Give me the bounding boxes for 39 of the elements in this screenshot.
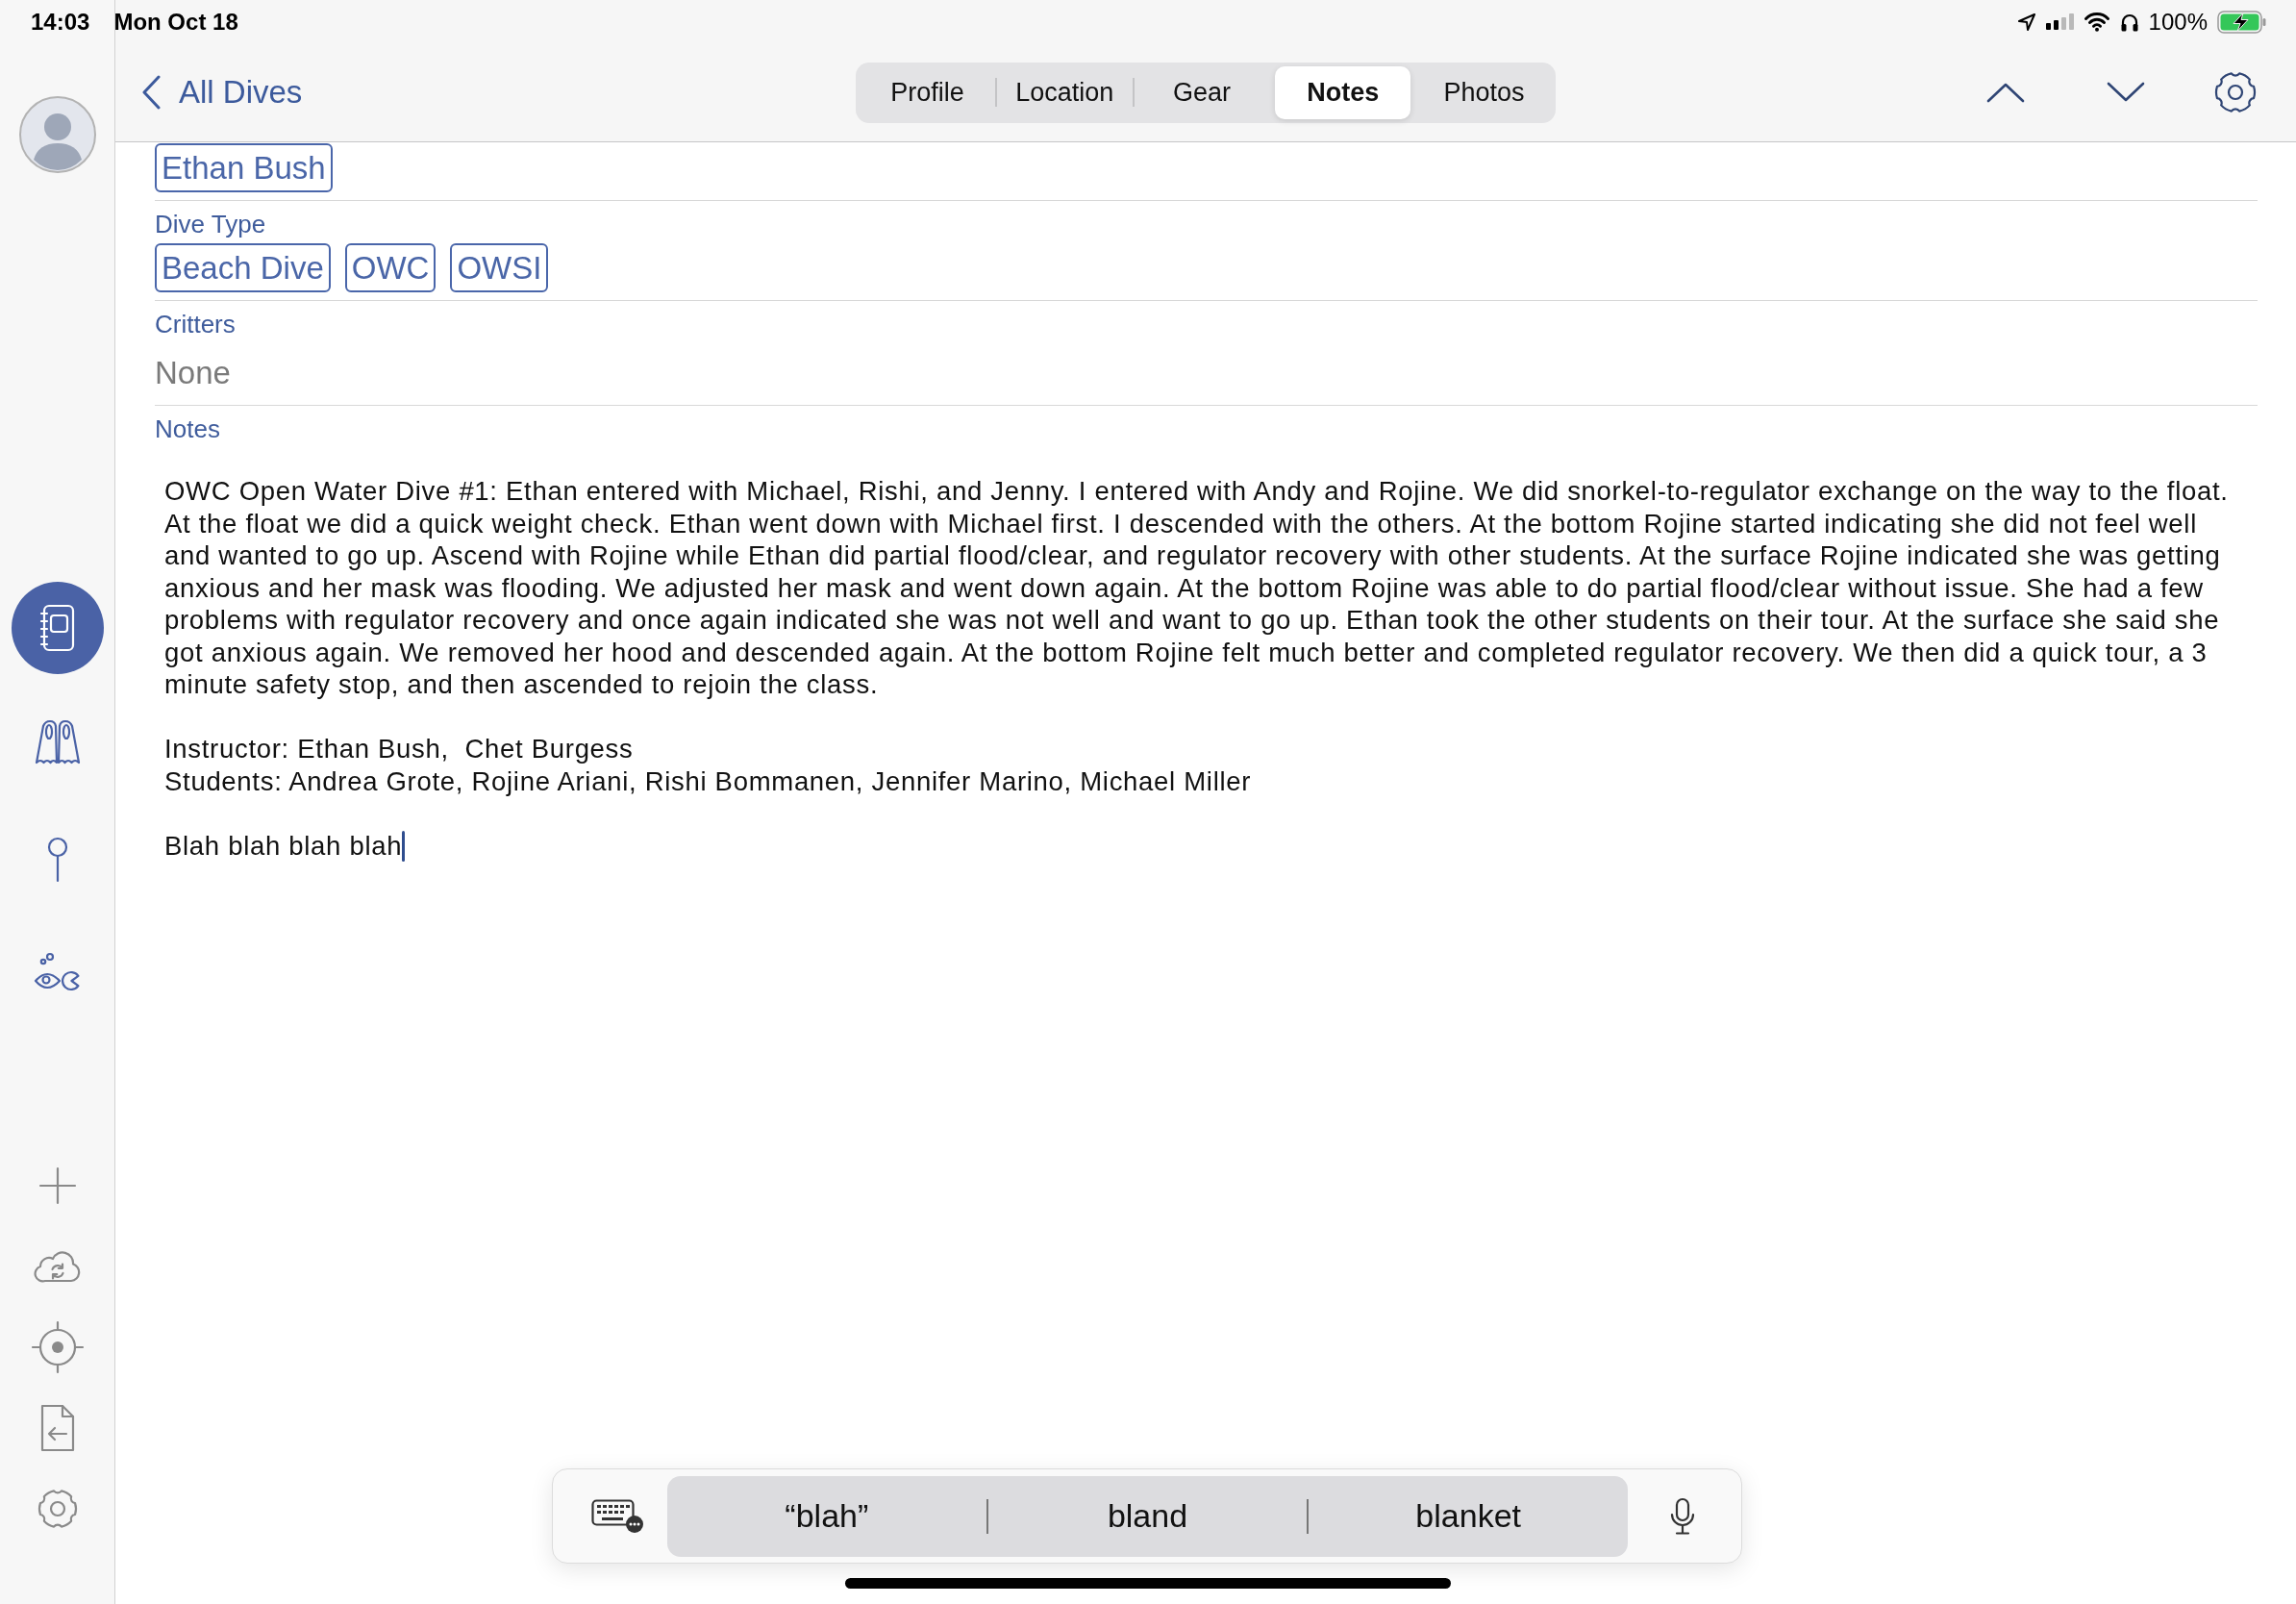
suggestion-button[interactable]: bland: [987, 1475, 1308, 1557]
suggestion-button[interactable]: “blah”: [667, 1475, 986, 1557]
segment-tab[interactable]: Gear: [1134, 65, 1270, 119]
wifi-icon: [2083, 12, 2110, 32]
battery-percent: 100%: [2148, 8, 2208, 36]
tag-chip[interactable]: Ethan Bush: [155, 143, 333, 192]
suggestion-button[interactable]: blanket: [1309, 1475, 1628, 1557]
location-arrow-icon: [2016, 12, 2036, 32]
plus-icon[interactable]: [37, 1166, 77, 1205]
tag-chip[interactable]: OWC: [344, 243, 437, 292]
target-icon[interactable]: [30, 1320, 85, 1374]
back-button[interactable]: All Dives: [140, 74, 303, 111]
cloud-sync-icon[interactable]: [32, 1250, 83, 1283]
keyboard-icon[interactable]: [591, 1498, 645, 1534]
file-arrow-icon[interactable]: [38, 1404, 76, 1452]
status-date: Mon Oct 18: [113, 8, 238, 36]
headphones-icon: [2119, 12, 2139, 32]
field-label: Critters: [155, 310, 237, 338]
status-time: 14:03: [31, 8, 90, 36]
signal-icon: [2045, 13, 2074, 30]
chevron-left-icon: [140, 75, 162, 110]
chevron-up-icon[interactable]: [1986, 82, 2025, 103]
microphone-icon[interactable]: [1669, 1496, 1696, 1536]
notes-text: Blah blah blah blah: [164, 830, 403, 861]
segment-tab[interactable]: Location: [996, 65, 1133, 119]
notes-text: Students: Andrea Grote, Rojine Ariani, Rishi Bommanen, Jennifer Marino, Michael Miller: [164, 765, 1252, 796]
tag-chip[interactable]: OWSI: [450, 243, 549, 292]
field-value: None: [155, 354, 232, 392]
segment-tab[interactable]: Notes: [1275, 65, 1411, 119]
chevron-down-icon[interactable]: [2107, 82, 2145, 103]
settings-icon[interactable]: [2214, 71, 2257, 113]
notes-text: OWC Open Water Dive #1: Ethan entered with Michael, Rishi, and Jenny. I entered with Andy and Rojine. We did snorkel-to-regulator exchange on the way to the float. At the float we did a quick weight check. Ethan went down with Michael first. I descended with the others. At the bottom Rojine started indicating she did not feel well and wanted to go up. Ascend with Rojine while Ethan did partial flood/clear, and regulator recovery with other students. At the surface Rojine indicated she was getting anxious and her mask was flooding. We adjusted her mask and went down again. At the bottom Rojine was able to do partial flood/clear without issue. She had a few problems with regulator recovery and once again indicated she was not well and want to go up. Ethan took the other students on their tour. At the surface she said she got anxious again. We removed her hood and descended again. At the bottom Rojine felt much better and completed regulator recovery. We then did a quick tour, a 3 minute safety stop, and then ascended to rejoin the class.: [164, 476, 2230, 699]
field-label: Notes: [155, 414, 221, 443]
tag-chip[interactable]: Beach Dive: [155, 243, 331, 292]
segment-tab[interactable]: Photos: [1416, 65, 1552, 119]
field-label: Dive Type: [155, 210, 267, 238]
segment-tab[interactable]: Profile: [860, 65, 995, 119]
notes-text: Instructor: Ethan Bush, Chet Burgess: [164, 734, 634, 764]
notebook-icon[interactable]: [11, 582, 104, 674]
